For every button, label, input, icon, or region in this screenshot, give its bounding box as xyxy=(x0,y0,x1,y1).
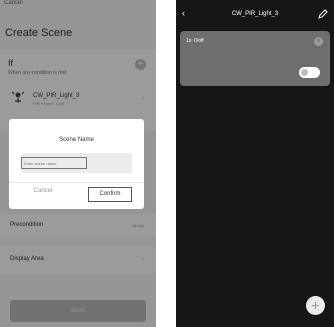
scene-name-dialog: Scene Name Cancel Confirm xyxy=(9,119,144,209)
device-scene-screen: ‹ CW_PIR_Light_3 1s: 0/off × + xyxy=(176,0,334,327)
create-scene-screen: Cancel Create Scene If When any conditio… xyxy=(0,0,156,327)
dialog-title: Scene Name xyxy=(59,137,94,143)
dialog-divider xyxy=(9,182,144,183)
scene-card[interactable]: 1s: 0/off × xyxy=(180,31,330,86)
screen-title: CW_PIR_Light_3 xyxy=(231,11,279,17)
confirm-button[interactable]: Confirm xyxy=(88,187,132,202)
scene-toggle[interactable] xyxy=(299,67,320,78)
toggle-knob xyxy=(301,69,308,76)
close-icon[interactable]: × xyxy=(314,37,323,46)
cancel-button[interactable]: Cancel xyxy=(23,188,63,194)
screenshot-root: Cancel Create Scene If When any conditio… xyxy=(0,0,334,327)
scene-card-label: 1s: 0/off xyxy=(186,38,204,44)
edit-icon[interactable] xyxy=(318,9,328,19)
add-button[interactable]: + xyxy=(306,296,325,315)
scene-name-input[interactable] xyxy=(21,157,87,169)
